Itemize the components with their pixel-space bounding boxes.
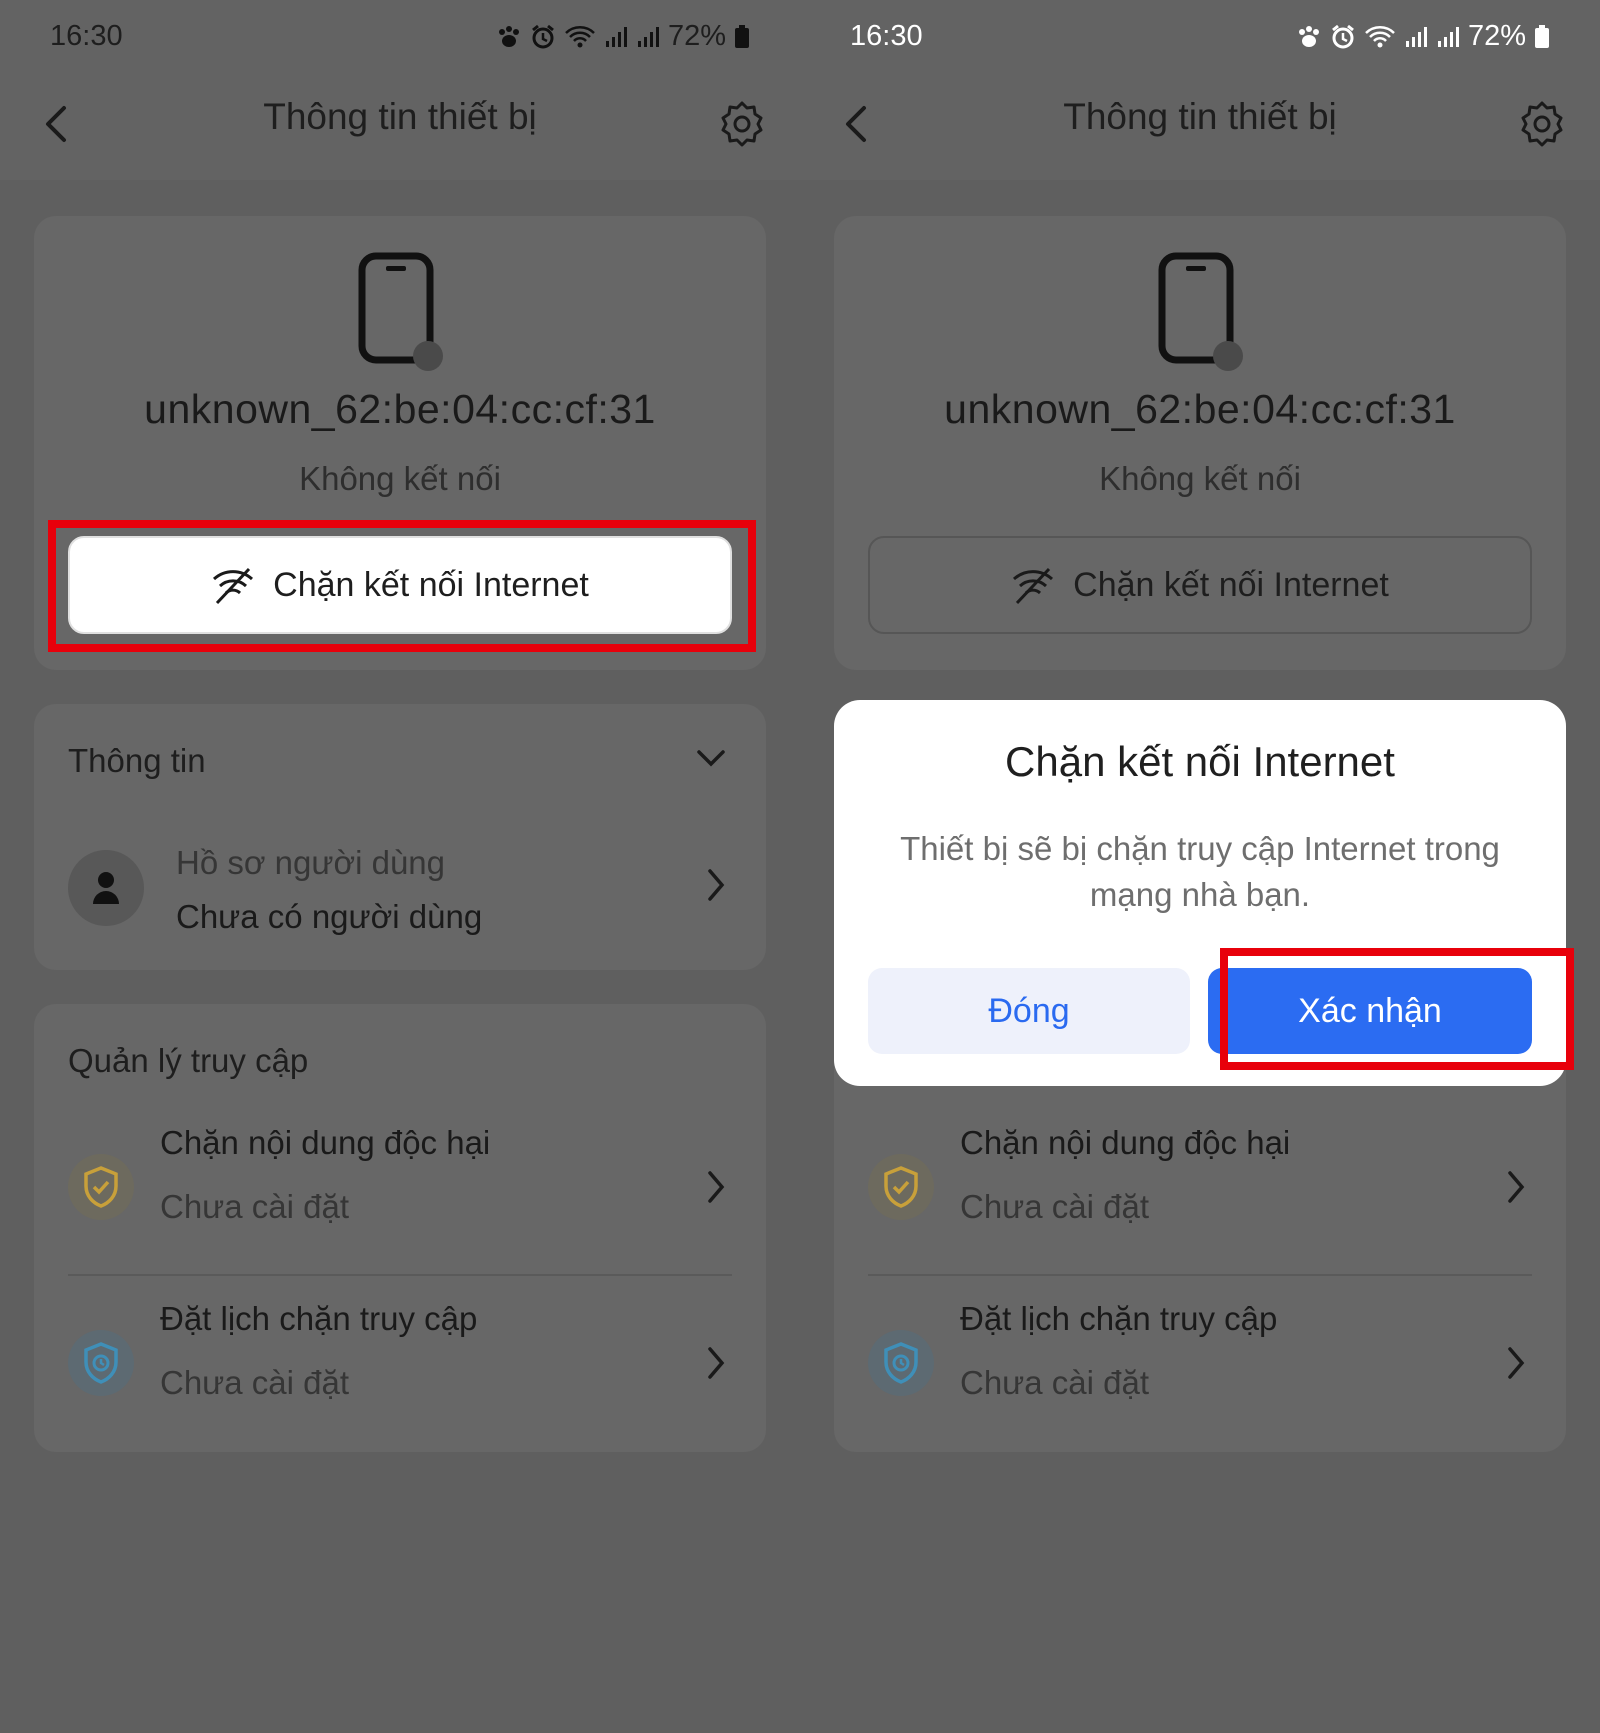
avatar: [68, 850, 144, 926]
status-icons: 72%: [496, 20, 750, 53]
battery-icon: [1535, 24, 1549, 48]
section-title: Quản lý truy cập: [68, 1042, 309, 1079]
status-time: 16:30: [850, 20, 923, 52]
device-status: Không kết nối: [1099, 460, 1301, 497]
shield-badge: [868, 1154, 934, 1220]
shield-badge: [68, 1330, 134, 1396]
signal-icon: [637, 26, 659, 47]
chevron-right-icon[interactable]: [706, 1346, 726, 1380]
wifi-icon: [1365, 25, 1395, 47]
signal-icon: [1437, 26, 1459, 47]
access-item-title: Đặt lịch chặn truy cập: [960, 1300, 1278, 1337]
shield-clock-icon: [884, 1342, 918, 1384]
device-name: unknown_62:be:04:cc:cf:31: [144, 386, 656, 432]
dialog-title: Chặn kết nối Internet: [1005, 738, 1395, 785]
shield-badge: [868, 1330, 934, 1396]
phone-icon: [358, 252, 443, 371]
close-button[interactable]: Đóng: [868, 968, 1190, 1054]
chevron-right-icon[interactable]: [1506, 1170, 1526, 1204]
paw-icon: [498, 25, 519, 47]
profile-label: Hồ sơ người dùng: [176, 844, 446, 881]
screen-left: 16:30 72% Thông tin thiết bị unknown_62:…: [0, 0, 800, 1733]
highlight-box: [1220, 948, 1574, 1070]
divider: [868, 1274, 1532, 1276]
access-item-status: Chưa cài đặt: [160, 1188, 350, 1225]
shield-check-icon: [84, 1166, 118, 1208]
access-item-status: Chưa cài đặt: [160, 1364, 350, 1401]
access-card: Quản lý truy cập Chặn nội dung độc hại C…: [34, 1004, 766, 1452]
battery-icon: [735, 24, 749, 48]
section-title: Thông tin: [68, 742, 206, 779]
access-item-title: Chặn nội dung độc hại: [960, 1124, 1291, 1161]
block-internet-button[interactable]: Chặn kết nối Internet: [868, 536, 1532, 634]
no-wifi-icon: [1013, 567, 1054, 605]
shield-check-icon: [884, 1166, 918, 1208]
settings-button[interactable]: [1512, 94, 1572, 154]
chevron-right-icon[interactable]: [1506, 1346, 1526, 1380]
access-item-status: Chưa cài đặt: [960, 1188, 1150, 1225]
info-card: Thông tin Hồ sơ người dùng Chưa có người…: [34, 704, 766, 970]
access-item-status: Chưa cài đặt: [960, 1364, 1150, 1401]
access-item-title: Chặn nội dung độc hại: [160, 1124, 491, 1161]
highlight-box: [48, 520, 756, 652]
paw-icon: [1298, 25, 1319, 47]
block-internet-label: Chặn kết nối Internet: [1073, 565, 1389, 604]
battery-percent: 72%: [667, 20, 726, 52]
settings-button[interactable]: [712, 94, 772, 154]
device-status: Không kết nối: [299, 460, 501, 497]
person-icon: [93, 872, 119, 904]
dialog-message: Thiết bị sẽ bị chặn truy cập Internet tr…: [900, 830, 1500, 913]
page-title: Thông tin thiết bị: [263, 96, 537, 137]
status-bar: 16:30 72%: [0, 0, 800, 72]
app-header: Thông tin thiết bị: [0, 72, 800, 180]
signal-icon: [605, 26, 627, 47]
profile-value: Chưa có người dùng: [176, 898, 483, 935]
phone-icon: [1158, 252, 1243, 371]
gear-icon: [721, 101, 763, 147]
alarm-icon: [532, 24, 554, 48]
access-item-title: Đặt lịch chặn truy cập: [160, 1300, 478, 1337]
device-name: unknown_62:be:04:cc:cf:31: [944, 386, 1456, 432]
divider: [68, 1274, 732, 1276]
status-time: 16:30: [50, 20, 123, 52]
app-header: Thông tin thiết bị: [800, 72, 1600, 180]
status-icons: 72%: [1296, 20, 1550, 53]
status-bar: 16:30 72%: [800, 0, 1600, 72]
shield-clock-icon: [84, 1342, 118, 1384]
device-card: unknown_62:be:04:cc:cf:31 Không kết nối …: [834, 216, 1566, 670]
alarm-icon: [1332, 24, 1354, 48]
screen-right: 16:30 72% Thông tin thiết bị unknown_62:…: [800, 0, 1600, 1733]
shield-badge: [68, 1154, 134, 1220]
signal-icon: [1405, 26, 1427, 47]
wifi-icon: [565, 25, 595, 47]
gear-icon: [1521, 101, 1563, 147]
chevron-down-icon[interactable]: [696, 748, 726, 768]
chevron-right-icon[interactable]: [706, 868, 726, 902]
page-title: Thông tin thiết bị: [1063, 96, 1337, 137]
chevron-right-icon[interactable]: [706, 1170, 726, 1204]
battery-percent: 72%: [1467, 20, 1526, 52]
